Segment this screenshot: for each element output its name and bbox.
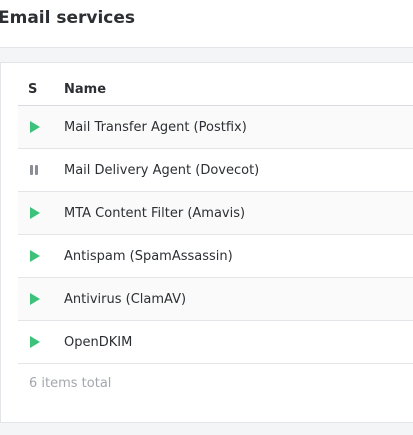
service-name: OpenDKIM [64,334,133,350]
play-icon[interactable] [30,250,40,262]
column-header-status[interactable]: S [18,82,64,97]
page-header: Email services [0,0,413,48]
play-icon[interactable] [30,293,40,305]
status-cell [18,163,64,178]
services-panel: S Name Mail Transfer Agent (Postfix) Mai… [0,62,413,423]
table-row[interactable]: Antivirus (ClamAV) [18,278,413,321]
service-name: Antivirus (ClamAV) [64,291,187,307]
pause-icon[interactable] [30,165,39,175]
status-cell [18,206,64,221]
table-row[interactable]: Mail Delivery Agent (Dovecot) [18,149,413,192]
status-cell [18,249,64,264]
items-total: 6 items total [29,376,112,391]
status-cell [18,335,64,350]
play-icon[interactable] [30,207,40,219]
table-row[interactable]: Antispam (SpamAssassin) [18,235,413,278]
services-table: S Name Mail Transfer Agent (Postfix) Mai… [18,73,413,364]
page-background [0,423,413,435]
table-row[interactable]: MTA Content Filter (Amavis) [18,192,413,235]
status-cell [18,120,64,135]
column-header-name[interactable]: Name [64,82,413,97]
service-name: MTA Content Filter (Amavis) [64,205,246,221]
table-row[interactable]: Mail Transfer Agent (Postfix) [18,106,413,149]
status-cell [18,292,64,307]
service-name: Antispam (SpamAssassin) [64,248,233,264]
service-name: Mail Delivery Agent (Dovecot) [64,162,260,178]
table-header: S Name [18,73,413,106]
page-title: Email services [0,8,136,28]
table-row[interactable]: OpenDKIM [18,321,413,364]
service-name: Mail Transfer Agent (Postfix) [64,119,247,135]
play-icon[interactable] [30,336,40,348]
play-icon[interactable] [30,121,40,133]
